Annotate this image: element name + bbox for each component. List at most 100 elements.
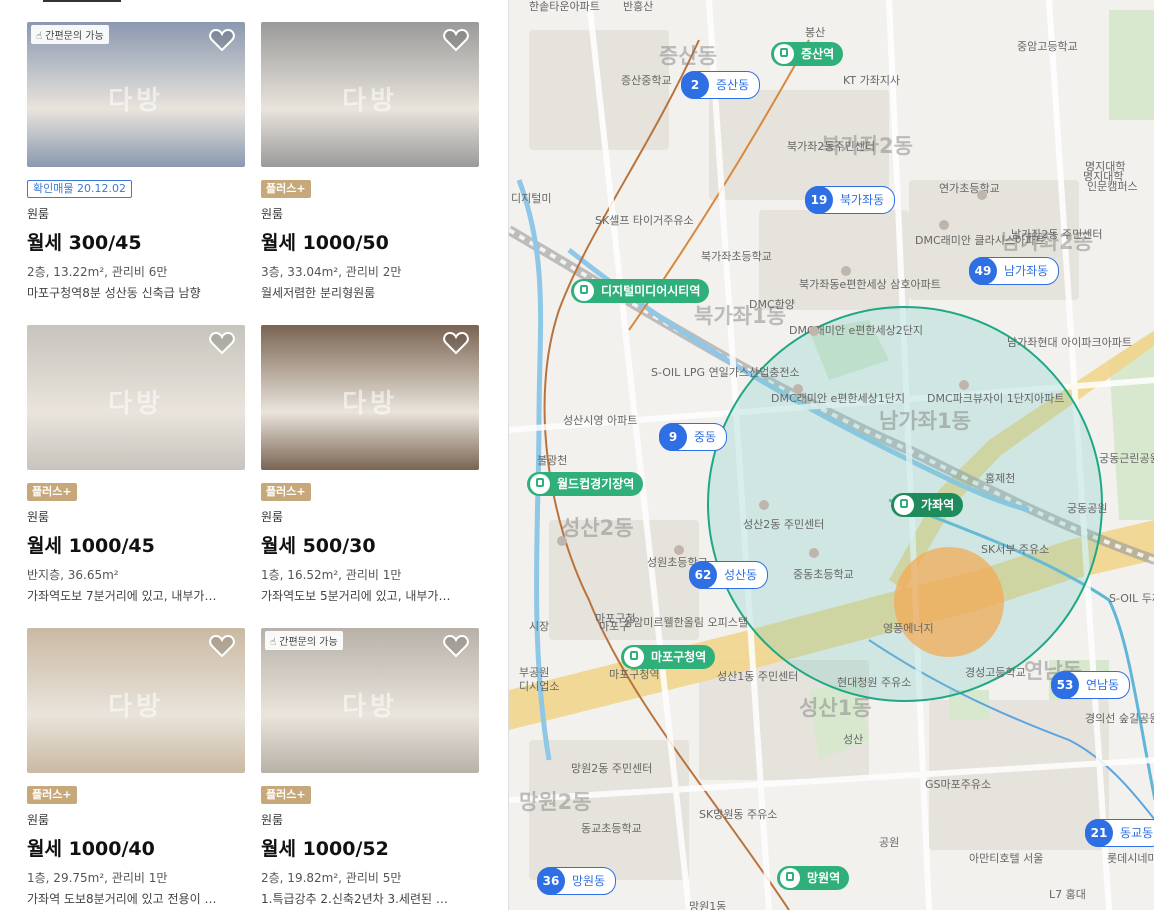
listing-price: 월세 300/45 (27, 232, 142, 254)
poi-marker[interactable] (809, 326, 819, 336)
listing-cluster-marker[interactable]: 53 연남동 (1051, 671, 1131, 699)
map-place-label: 망원2동 주민센터 (571, 762, 653, 775)
listing-card[interactable]: 다방 ☝ 간편문의 가능 확인매물 20.12.02 원룸 월세 300/45 2층, 1… (27, 22, 245, 301)
station-marker[interactable]: 가좌역 (891, 493, 964, 517)
station-marker[interactable]: 디지털미디어시티역 (571, 279, 710, 303)
room-type: 원룸 (27, 207, 50, 221)
easy-inquiry-tag: ☝ 간편문의 가능 (31, 25, 109, 44)
poi-marker[interactable] (841, 266, 851, 276)
watermark: 다방 (108, 86, 164, 116)
poi-marker[interactable] (809, 548, 819, 558)
listing-photo[interactable]: 다방 ☝ 간편문의 가능 (27, 22, 245, 167)
station-name: 월드컵경기장역 (557, 477, 635, 491)
map-place-label: 봉산 (805, 26, 826, 39)
listing-card[interactable]: 다방 ☝ 간편문의 가능 플러스+ 원룸 월세 1000/52 2층, 19.82m², … (261, 628, 479, 907)
listing-cluster-marker[interactable]: 19 북가좌동 (805, 186, 896, 214)
station-marker[interactable]: 월드컵경기장역 (527, 472, 644, 496)
listing-description: 가좌역도보 5분거리에 있고, 내부가… (261, 589, 451, 603)
cluster-name: 연남동 (1086, 678, 1120, 692)
listing-card[interactable]: 다방 플러스+ 원룸 월세 500/30 1층, 16.52m², 관리비 1만 가좌역도… (261, 325, 479, 604)
map-place-label: 성산시영 아파트 (563, 414, 638, 427)
station-marker[interactable]: 증산역 (771, 42, 844, 66)
watermark: 다방 (108, 389, 164, 419)
listing-photo[interactable]: 다방 (27, 325, 245, 470)
listing-info: 3층, 33.04m², 관리비 2만 (261, 265, 402, 279)
heart-icon[interactable] (209, 28, 235, 52)
listing-info: 1층, 29.75m², 관리비 1만 (27, 871, 168, 885)
poi-marker[interactable] (674, 545, 684, 555)
subway-icon (780, 868, 800, 888)
map-place-label: 증산중학교 (621, 74, 672, 87)
cluster-count: 9 (659, 423, 687, 451)
map-place-label: 성산2동 주민센터 (743, 518, 825, 531)
map-place-label: 명지대학 (1085, 160, 1126, 173)
watermark: 다방 (342, 389, 398, 419)
listing-cluster-marker[interactable]: 36 망원동 (537, 867, 617, 895)
listing-info: 2층, 13.22m², 관리비 6만 (27, 265, 168, 279)
listing-cluster-marker[interactable]: 62 성산동 (689, 561, 769, 589)
map-place-label: KT 가좌지사 (843, 74, 901, 87)
listing-cluster-marker[interactable]: 9 중동 (659, 423, 728, 451)
watermark: 다방 (108, 692, 164, 722)
listing-cluster-marker[interactable]: 49 남가좌동 (969, 257, 1060, 285)
subway-icon (774, 44, 794, 64)
subway-icon (530, 474, 550, 494)
listing-card[interactable]: 다방 플러스+ 원룸 월세 1000/40 1층, 29.75m², 관리비 1만 가좌역… (27, 628, 245, 907)
room-type: 원룸 (27, 510, 50, 524)
cluster-count: 53 (1051, 671, 1079, 699)
poi-marker[interactable] (977, 190, 987, 200)
cluster-name: 성산동 (724, 568, 758, 582)
listing-photo[interactable]: 다방 (27, 628, 245, 773)
heart-icon[interactable] (443, 28, 469, 52)
district-label: 성산2동 (561, 516, 634, 540)
map-place-label: 부공원 (519, 666, 550, 679)
listing-panel: 다방 ☝ 간편문의 가능 확인매물 20.12.02 원룸 월세 300/45 2층, 1… (0, 0, 508, 910)
cluster-name: 망원동 (572, 874, 606, 888)
listing-photo[interactable]: 다방 (261, 22, 479, 167)
listing-photo[interactable]: 다방 (261, 325, 479, 470)
poi-marker[interactable] (557, 536, 567, 546)
map-place-label: 성산1동 주민센터 (717, 670, 799, 683)
listing-card[interactable]: 다방 플러스+ 원룸 월세 1000/45 반지층, 36.65m² 가좌역도보 7분거리… (27, 325, 245, 604)
watermark: 다방 (342, 692, 398, 722)
listing-info: 2층, 19.82m², 관리비 5만 (261, 871, 402, 885)
district-label: 성산1동 (799, 696, 872, 720)
station-name: 마포구청역 (651, 650, 707, 664)
map-place-label: 경의선 숲길공원 (1085, 712, 1154, 725)
station-marker[interactable]: 망원역 (777, 866, 850, 890)
poi-marker[interactable] (959, 380, 969, 390)
map-view[interactable]: 증산동 북가좌2동 남가좌2동 북가좌1동 남가좌1동 성산2동 성산1동 망원2동 연남동 한솥… (508, 0, 1154, 910)
map-place-label: 상암미르웰한올림 오피스텔 (623, 616, 748, 629)
listing-price: 월세 1000/52 (261, 838, 389, 860)
room-type: 원룸 (261, 510, 284, 524)
listing-photo[interactable]: 다방 ☝ 간편문의 가능 (261, 628, 479, 773)
cluster-name: 중동 (694, 430, 717, 444)
listing-cluster-marker[interactable]: 21 동교동 (1085, 819, 1154, 847)
map-place-label: SK셀프 타이거주유소 (595, 214, 694, 227)
listing-cluster-marker[interactable]: 2 증산동 (681, 71, 761, 99)
station-marker[interactable]: 마포구청역 (621, 645, 716, 669)
map-place-label: 망원1동 (689, 900, 727, 910)
map-place-label: 중동초등학교 (793, 568, 854, 581)
listing-card[interactable]: 다방 플러스+ 원룸 월세 1000/50 3층, 33.04m², 관리비 2만 월세저… (261, 22, 479, 301)
poi-marker[interactable] (759, 500, 769, 510)
map-place-label: DMC파크뷰자이 1단지아파트 (927, 392, 1065, 405)
heart-icon[interactable] (443, 331, 469, 355)
plus-badge: 플러스+ (261, 483, 311, 501)
listing-info: 반지층, 36.65m² (27, 568, 119, 582)
easy-inquiry-tag: ☝ 간편문의 가능 (265, 631, 343, 650)
map-place-label: 공원 (879, 836, 900, 849)
listing-description: 1.특급강추 2.신축2년차 3.세련된 … (261, 892, 448, 906)
poi-marker[interactable] (793, 384, 803, 394)
map-place-label: 현대청원 주유소 (837, 676, 912, 689)
heart-icon[interactable] (209, 331, 235, 355)
map-place-label: 중암고등학교 (1017, 40, 1078, 53)
poi-marker[interactable] (939, 220, 949, 230)
cluster-count: 36 (537, 867, 565, 895)
subway-icon (894, 495, 914, 515)
subway-icon (574, 281, 594, 301)
watermark: 다방 (342, 86, 398, 116)
map-place-label: 경성고등학교 (965, 666, 1026, 679)
heart-icon[interactable] (209, 634, 235, 658)
heart-icon[interactable] (443, 634, 469, 658)
